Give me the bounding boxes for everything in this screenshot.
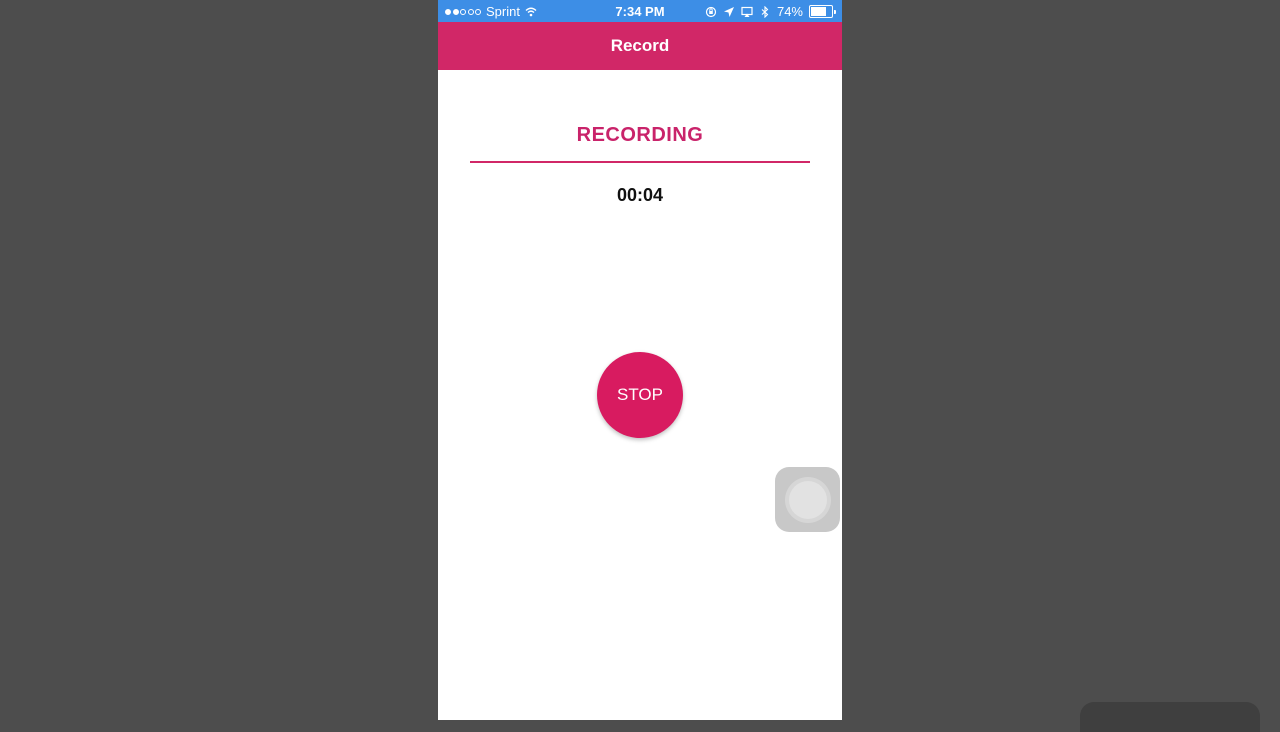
nav-bar: Record bbox=[438, 22, 842, 70]
assistive-touch-icon bbox=[788, 480, 827, 519]
battery-fill bbox=[811, 7, 826, 16]
phone-screen: Sprint 7:34 PM 74% Record RECORDING 00:0… bbox=[438, 0, 842, 720]
rotation-lock-icon bbox=[705, 6, 717, 17]
recording-status-heading: RECORDING bbox=[576, 124, 704, 146]
recording-timer: 00:04 bbox=[616, 185, 664, 205]
battery-tip bbox=[834, 9, 836, 14]
location-arrow-icon bbox=[723, 6, 734, 17]
battery-body bbox=[809, 5, 833, 18]
stop-button[interactable]: STOP bbox=[597, 352, 683, 438]
stop-button-label: STOP bbox=[617, 385, 663, 404]
background-shadow bbox=[1080, 702, 1260, 732]
status-right: 74% bbox=[705, 4, 836, 19]
status-bar: Sprint 7:34 PM 74% bbox=[438, 0, 842, 22]
assistive-touch-button[interactable] bbox=[775, 467, 840, 532]
battery-icon bbox=[809, 5, 836, 18]
bluetooth-icon bbox=[761, 5, 769, 18]
airplay-icon bbox=[741, 6, 753, 17]
battery-percent: 74% bbox=[776, 4, 803, 19]
divider bbox=[470, 161, 810, 163]
page-title: Record bbox=[610, 36, 670, 55]
